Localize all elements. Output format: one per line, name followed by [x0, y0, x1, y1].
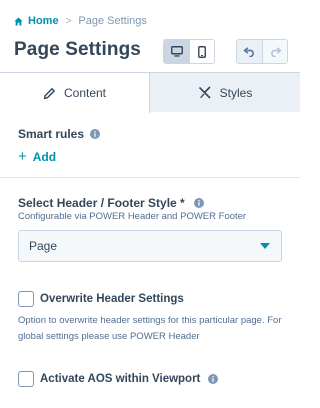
- info-icon[interactable]: [193, 198, 204, 208]
- add-smart-rule-button[interactable]: + Add: [18, 149, 56, 164]
- tab-content[interactable]: Content: [0, 72, 150, 113]
- header-footer-text: Select Header / Footer Style *: [18, 196, 185, 210]
- redo-button[interactable]: [262, 40, 287, 63]
- overwrite-header-checkbox-row[interactable]: Overwrite Header Settings: [18, 291, 184, 307]
- info-icon[interactable]: [208, 374, 219, 384]
- select-value: Page: [29, 239, 58, 253]
- overwrite-header-label: Overwrite Header Settings: [40, 293, 184, 305]
- aos-checkbox[interactable]: [18, 371, 34, 387]
- breadcrumb-current: Page Settings: [78, 15, 147, 27]
- overwrite-header-checkbox[interactable]: [18, 291, 34, 307]
- desktop-icon: [170, 46, 183, 57]
- desktop-view-button[interactable]: [164, 40, 189, 63]
- aos-checkbox-row[interactable]: Activate AOS within Viewport: [18, 371, 219, 387]
- breadcrumb-home-link[interactable]: Home: [14, 15, 59, 27]
- smart-rules-text: Smart rules: [18, 127, 85, 141]
- add-label: Add: [32, 149, 57, 164]
- caret-down-icon: [260, 243, 270, 249]
- history-controls: [236, 39, 288, 64]
- mobile-view-button[interactable]: [189, 40, 214, 63]
- tab-bar: Content Styles: [0, 72, 300, 113]
- info-icon[interactable]: [90, 129, 101, 139]
- page-title: Page Settings: [14, 39, 141, 60]
- redo-icon: [270, 46, 282, 57]
- section-divider: [0, 177, 300, 178]
- breadcrumb: Home > Page Settings: [14, 14, 147, 28]
- header-footer-select[interactable]: Page: [18, 230, 282, 262]
- header-footer-help: Configurable via POWER Header and POWER …: [18, 211, 247, 222]
- header-footer-label: Select Header / Footer Style *: [18, 196, 204, 210]
- overwrite-header-help: Option to overwrite header settings for …: [18, 315, 282, 342]
- tab-styles-label: Styles: [219, 85, 253, 100]
- smart-rules-label: Smart rules: [18, 127, 101, 141]
- undo-button[interactable]: [237, 40, 262, 63]
- home-icon: [14, 16, 23, 26]
- pencil-icon: [43, 87, 55, 99]
- breadcrumb-home-label: Home: [28, 15, 59, 27]
- plus-icon: +: [18, 148, 27, 165]
- tab-content-label: Content: [63, 86, 107, 100]
- breadcrumb-separator: >: [65, 15, 72, 27]
- mobile-icon: [198, 45, 206, 58]
- tab-styles[interactable]: Styles: [150, 72, 300, 112]
- undo-icon: [243, 46, 254, 57]
- brush-icon: [198, 86, 211, 99]
- aos-label: Activate AOS within Viewport: [40, 373, 201, 385]
- device-toggle: [163, 39, 215, 64]
